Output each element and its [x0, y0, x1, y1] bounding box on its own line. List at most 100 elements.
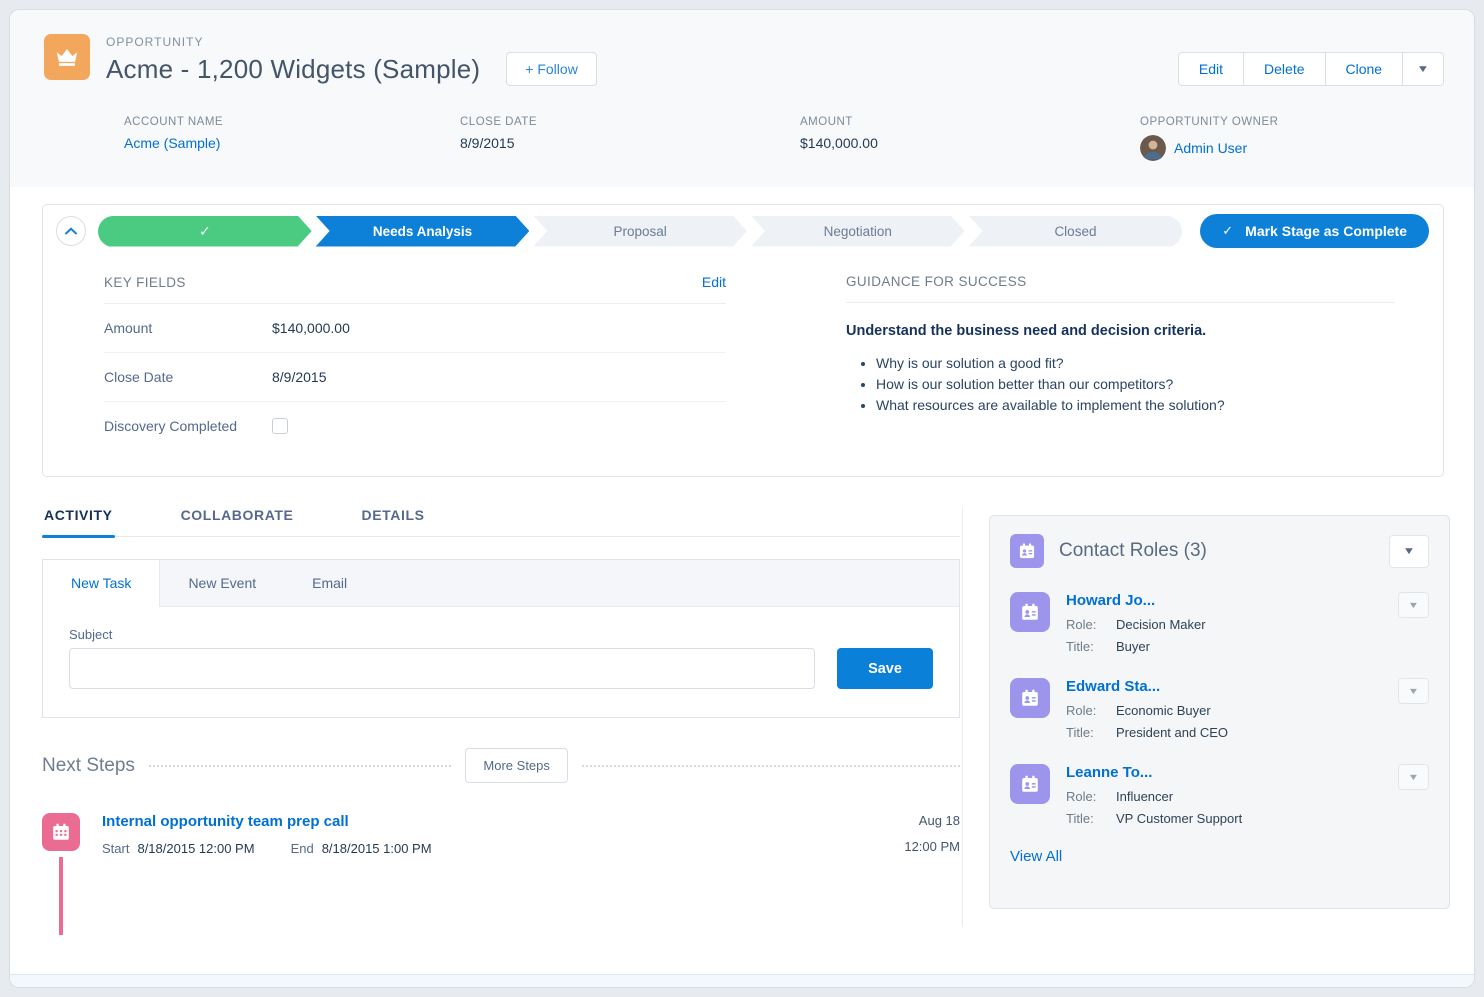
key-fields-edit-link[interactable]: Edit	[702, 274, 726, 290]
mark-stage-complete-label: Mark Stage as Complete	[1245, 223, 1407, 239]
follow-button[interactable]: + Follow	[506, 52, 597, 86]
title-value: Buyer	[1116, 639, 1150, 654]
chevron-down-icon: ▼	[1417, 64, 1430, 75]
title-label: Title:	[1066, 811, 1108, 826]
key-fields-title: KEY FIELDS	[104, 275, 186, 290]
activity-column: ACTIVITY COLLABORATE DETAILS New Task Ne…	[10, 507, 962, 927]
kf-amount-label: Amount	[104, 320, 272, 336]
guidance-bullet: How is our solution better than our comp…	[876, 376, 1395, 392]
stage-needs-analysis[interactable]: Needs Analysis	[316, 216, 530, 247]
owner-avatar	[1140, 135, 1166, 161]
avatar-photo	[1140, 135, 1166, 161]
timeline-event-item: Internal opportunity team prep call Star…	[42, 813, 960, 856]
opportunity-owner-label: OPPORTUNITY OWNER	[1140, 116, 1278, 128]
tab-details[interactable]: DETAILS	[359, 507, 426, 536]
contact-item-icon	[1010, 764, 1050, 804]
event-start-value: 8/18/2015 12:00 PM	[137, 841, 254, 856]
contact-roles-card: Contact Roles (3) ▼	[989, 515, 1450, 909]
contact-badge-icon	[1017, 541, 1037, 561]
tab-new-task[interactable]: New Task	[43, 560, 160, 607]
contact-item-menu-button[interactable]: ▼	[1398, 592, 1429, 618]
kf-amount-value: $140,000.00	[272, 320, 350, 336]
clone-button[interactable]: Clone	[1326, 53, 1404, 85]
next-steps-title: Next Steps	[42, 755, 135, 777]
event-end-label: End	[291, 841, 314, 856]
tab-activity[interactable]: ACTIVITY	[42, 507, 115, 536]
tab-email[interactable]: Email	[284, 560, 375, 606]
event-end-value: 8/18/2015 1:00 PM	[322, 841, 432, 856]
timeline-connector	[59, 857, 63, 935]
contact-name-link[interactable]: Leanne To...	[1066, 764, 1152, 781]
check-icon: ✓	[1222, 223, 1233, 239]
contact-item-icon	[1010, 678, 1050, 718]
opportunity-crown-icon	[44, 34, 90, 80]
close-date-label: CLOSE DATE	[460, 116, 800, 128]
record-action-group: Edit Delete Clone ▼	[1178, 52, 1444, 86]
guidance-section: GUIDANCE FOR SUCCESS Understand the busi…	[846, 274, 1395, 450]
contact-name-link[interactable]: Edward Sta...	[1066, 678, 1160, 695]
event-time: 12:00 PM	[904, 839, 960, 854]
guidance-title: GUIDANCE FOR SUCCESS	[846, 274, 1027, 289]
delete-button[interactable]: Delete	[1244, 53, 1325, 85]
key-field-row: Discovery Completed	[104, 402, 726, 450]
guidance-heading: Understand the business need and decisio…	[846, 323, 1395, 339]
role-label: Role:	[1066, 789, 1108, 804]
composer-tabs: New Task New Event Email	[43, 560, 959, 607]
key-field-row: Close Date 8/9/2015	[104, 353, 726, 402]
discovery-completed-checkbox[interactable]	[272, 418, 288, 434]
edit-button[interactable]: Edit	[1179, 53, 1244, 85]
highlights-panel: ACCOUNT NAME Acme (Sample) CLOSE DATE 8/…	[124, 116, 1444, 161]
amount-value: $140,000.00	[800, 135, 1140, 151]
view-all-link[interactable]: View All	[1010, 848, 1062, 865]
amount-label: AMOUNT	[800, 116, 1140, 128]
crown-icon	[54, 44, 80, 70]
owner-link[interactable]: Admin User	[1174, 140, 1247, 156]
tab-new-event[interactable]: New Event	[160, 560, 284, 606]
calendar-icon	[50, 821, 72, 843]
activity-composer: New Task New Event Email Subject Save	[42, 559, 960, 718]
subject-input[interactable]	[69, 648, 815, 689]
collapse-path-button[interactable]	[56, 216, 86, 246]
contact-badge-icon	[1019, 601, 1041, 623]
save-button[interactable]: Save	[837, 648, 933, 689]
chevron-down-icon: ▼	[1408, 686, 1420, 696]
kf-close-date-label: Close Date	[104, 369, 272, 385]
role-value: Influencer	[1116, 789, 1173, 804]
related-sidebar: Contact Roles (3) ▼	[962, 507, 1474, 927]
guidance-bullet: What resources are available to implemen…	[876, 397, 1395, 413]
account-name-link[interactable]: Acme (Sample)	[124, 135, 460, 151]
stage-negotiation[interactable]: Negotiation	[751, 216, 965, 247]
kf-close-date-value: 8/9/2015	[272, 369, 327, 385]
contact-role-item: Howard Jo... Role: Decision Maker Title:…	[1010, 592, 1429, 654]
account-name-label: ACCOUNT NAME	[124, 116, 460, 128]
more-actions-button[interactable]: ▼	[1403, 53, 1443, 85]
stage-closed[interactable]: Closed	[969, 216, 1183, 247]
chevron-down-icon: ▼	[1403, 546, 1416, 557]
event-title-link[interactable]: Internal opportunity team prep call	[102, 813, 349, 830]
role-label: Role:	[1066, 703, 1108, 718]
key-fields-section: KEY FIELDS Edit Amount $140,000.00 Close…	[104, 274, 726, 450]
chevron-up-icon	[65, 227, 77, 235]
contact-item-menu-button[interactable]: ▼	[1398, 678, 1429, 704]
contact-item-icon	[1010, 592, 1050, 632]
contact-item-menu-button[interactable]: ▼	[1398, 764, 1429, 790]
contact-roles-menu-button[interactable]: ▼	[1389, 535, 1429, 568]
key-field-row: Amount $140,000.00	[104, 304, 726, 353]
tab-collaborate[interactable]: COLLABORATE	[179, 507, 296, 536]
title-value: President and CEO	[1116, 725, 1228, 740]
guidance-bullet: Why is our solution a good fit?	[876, 355, 1395, 371]
sales-path-card: ✓ Needs Analysis Proposal Negotiation Cl…	[42, 204, 1444, 477]
more-steps-button[interactable]: More Steps	[465, 748, 567, 783]
stage-completed[interactable]: ✓	[98, 216, 312, 247]
timeline-dotted-divider	[582, 765, 960, 767]
contact-role-item: Leanne To... Role: Influencer Title: VP …	[1010, 764, 1429, 826]
stage-proposal[interactable]: Proposal	[533, 216, 747, 247]
bottom-edge-strip	[10, 974, 1474, 987]
record-type-label: OPPORTUNITY	[106, 35, 597, 49]
opportunity-record-page: OPPORTUNITY Acme - 1,200 Widgets (Sample…	[9, 9, 1475, 988]
main-tabs: ACTIVITY COLLABORATE DETAILS	[42, 507, 960, 537]
mark-stage-complete-button[interactable]: ✓ Mark Stage as Complete	[1200, 214, 1429, 248]
record-header: OPPORTUNITY Acme - 1,200 Widgets (Sample…	[10, 10, 1474, 187]
contact-name-link[interactable]: Howard Jo...	[1066, 592, 1155, 609]
event-start-label: Start	[102, 841, 129, 856]
